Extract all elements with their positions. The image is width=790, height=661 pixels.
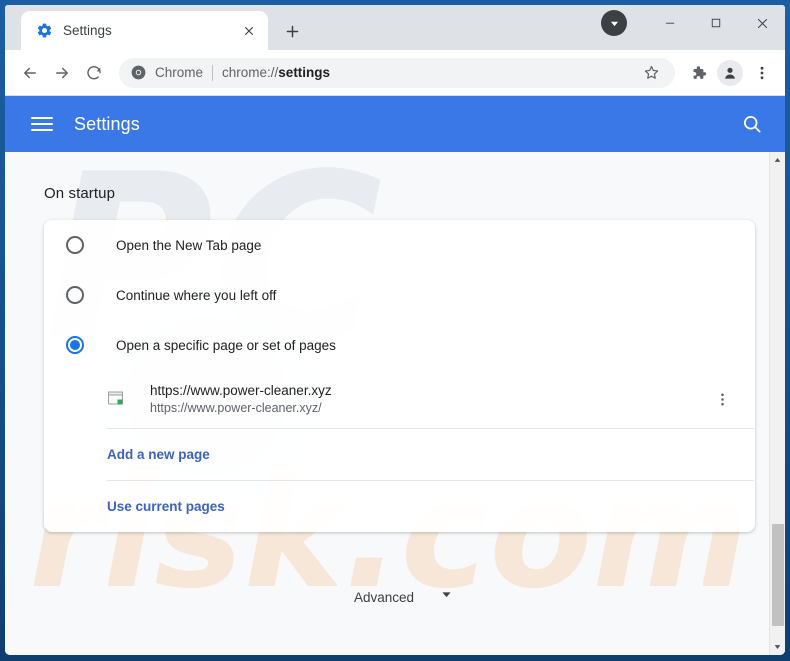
scrollbar-thumb[interactable] (771, 524, 784, 626)
section-title-on-startup: On startup (44, 185, 116, 202)
close-icon[interactable] (238, 20, 259, 41)
row-more-menu-icon[interactable] (709, 386, 735, 412)
close-button[interactable] (739, 5, 785, 41)
scroll-up-arrow[interactable] (770, 152, 786, 169)
tab-title: Settings (63, 23, 112, 38)
radio-icon[interactable] (66, 236, 84, 254)
tab-strip: Settings (5, 5, 785, 50)
gear-icon (36, 22, 53, 39)
startup-option-label: Open a specific page or set of pages (116, 337, 336, 353)
reload-icon[interactable] (79, 58, 109, 88)
omnibox-url-prefix: chrome:// (222, 65, 279, 80)
use-current-pages-row[interactable]: Use current pages (44, 481, 755, 532)
omnibox-chip-label: Chrome (155, 65, 204, 80)
scroll-down-arrow[interactable] (770, 638, 786, 655)
scrollbar-track[interactable] (770, 169, 786, 638)
page-title: Settings (74, 113, 140, 134)
startup-page-row[interactable]: https://www.power-cleaner.xyz https://ww… (44, 370, 755, 428)
minimize-button[interactable] (647, 5, 693, 41)
startup-option-continue[interactable]: Continue where you left off (44, 270, 755, 320)
radio-icon-selected[interactable] (66, 336, 84, 354)
omnibox-divider (212, 64, 214, 81)
advanced-toggle[interactable]: Advanced (44, 532, 763, 606)
extensions-puzzle-icon[interactable] (683, 58, 713, 88)
omnibox-url-path: settings (278, 65, 331, 80)
startup-option-specific-pages[interactable]: Open a specific page or set of pages (44, 320, 755, 370)
bookmark-star-icon[interactable] (639, 61, 663, 85)
add-new-page-row[interactable]: Add a new page (44, 429, 755, 480)
address-bar[interactable]: Chrome chrome://settings (119, 57, 675, 88)
on-startup-card: Open the New Tab page Continue where you… (44, 220, 755, 532)
advanced-label: Advanced (353, 589, 415, 605)
tab-settings[interactable]: Settings (21, 11, 268, 50)
add-new-page-link[interactable]: Add a new page (107, 447, 210, 462)
settings-header: Settings (5, 96, 785, 152)
omnibox-url: chrome://settings (222, 65, 330, 80)
startup-page-title: https://www.power-cleaner.xyz (150, 383, 332, 398)
search-icon[interactable] (739, 111, 765, 137)
new-tab-button[interactable] (276, 15, 308, 47)
back-icon[interactable] (15, 58, 45, 88)
download-icon[interactable] (601, 10, 627, 36)
settings-page-inner: On startup Open the New Tab page Continu… (5, 152, 785, 606)
browser-window-inner: Settings Chrome chrome://settings Settin… (5, 5, 785, 655)
startup-page-texts: https://www.power-cleaner.xyz https://ww… (150, 383, 332, 415)
settings-content: PC risk.com On startup Open the New Tab … (5, 152, 785, 655)
browser-menu-icon[interactable] (747, 58, 777, 88)
browser-toolbar: Chrome chrome://settings (5, 50, 785, 96)
startup-option-label: Continue where you left off (116, 287, 277, 303)
startup-page-url: https://www.power-cleaner.xyz/ (150, 401, 322, 415)
content-scrollbar[interactable] (769, 152, 785, 655)
generic-page-icon (107, 390, 125, 408)
startup-option-new-tab[interactable]: Open the New Tab page (44, 220, 755, 270)
profile-avatar-icon[interactable] (717, 59, 743, 86)
hamburger-icon[interactable] (31, 117, 53, 131)
radio-icon[interactable] (66, 286, 84, 304)
forward-icon[interactable] (47, 58, 77, 88)
maximize-button[interactable] (693, 5, 739, 41)
chevron-down-icon[interactable] (440, 588, 453, 606)
window-controls (601, 5, 785, 41)
startup-option-label: Open the New Tab page (116, 237, 262, 253)
use-current-pages-link[interactable]: Use current pages (107, 499, 225, 514)
chrome-logo-icon (131, 65, 146, 80)
browser-window: Settings Chrome chrome://settings Settin… (0, 0, 790, 661)
